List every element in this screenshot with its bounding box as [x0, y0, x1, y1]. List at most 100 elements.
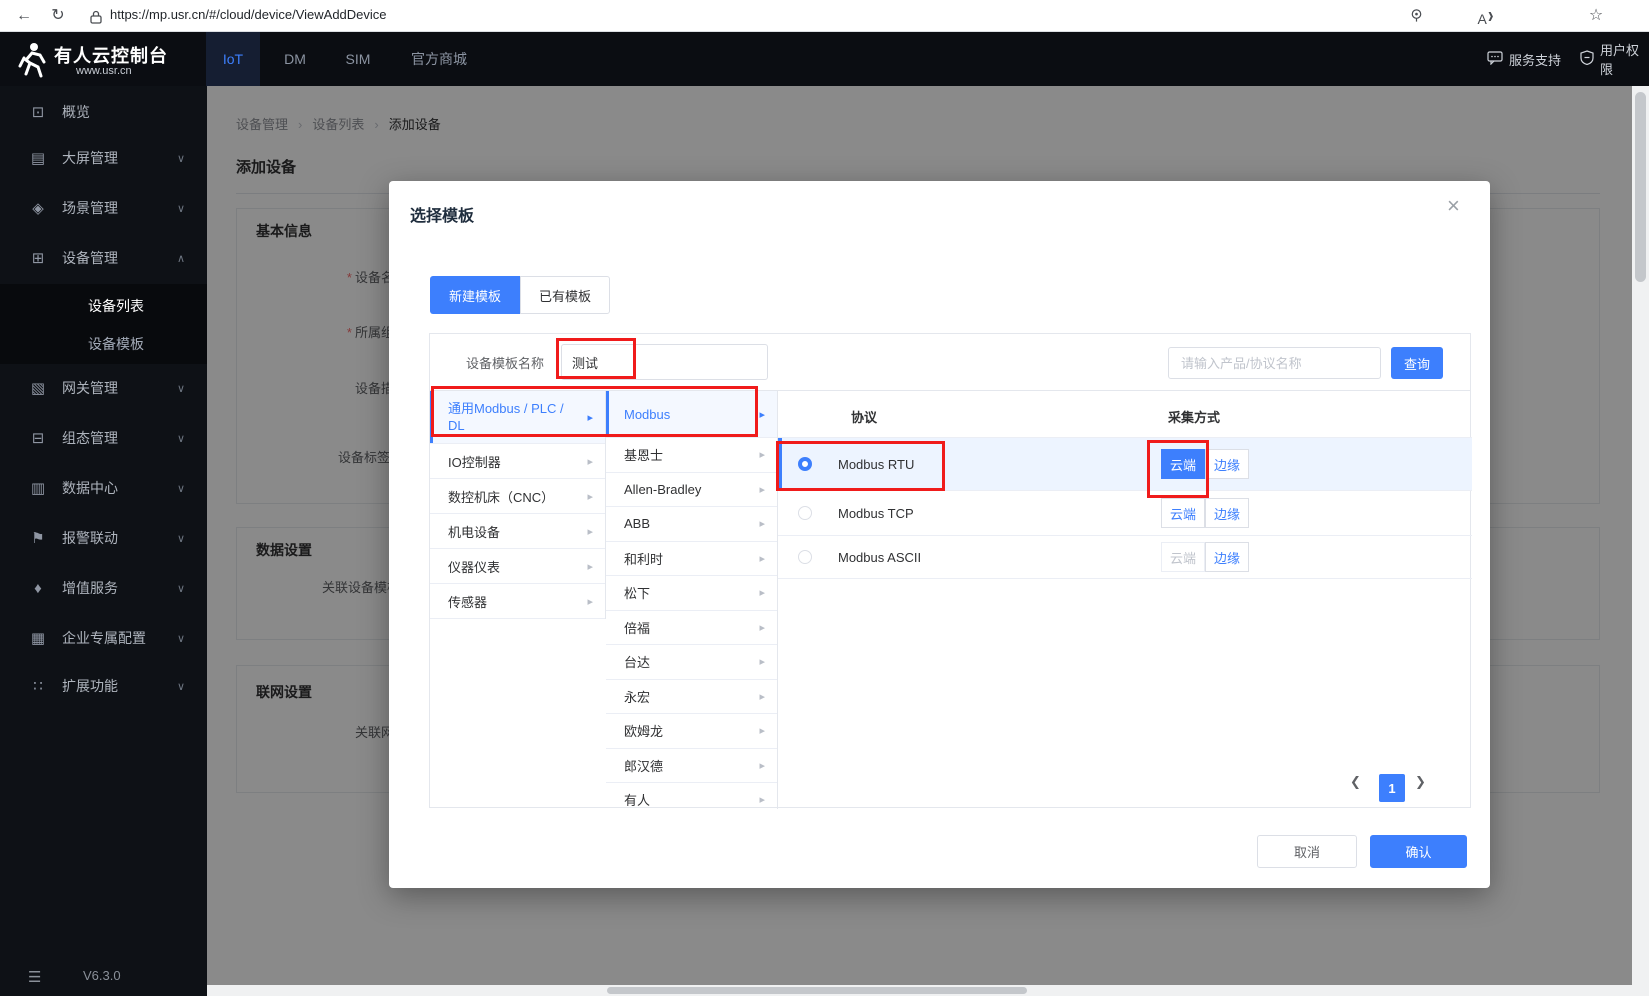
sidebar-item-data-center[interactable]: ▥ 数据中心 ∨ [0, 472, 207, 504]
annotation-box-modbus-rtu [776, 441, 945, 491]
category-item-io-controller[interactable]: IO控制器 ▸ [430, 444, 605, 479]
refresh-icon[interactable]: ↻ [46, 4, 70, 28]
brand-item-abb[interactable]: ABB ▸ [606, 507, 777, 542]
tab-existing-template[interactable]: 已有模板 [520, 276, 610, 314]
chevron-down-icon: ∨ [176, 632, 185, 645]
sidebar-item-screen-mgmt[interactable]: ▤ 大屏管理 ∨ [0, 142, 207, 174]
nav-tab-iot[interactable]: IoT [206, 32, 260, 86]
alarm-icon: ⚑ [31, 530, 45, 547]
brand-item-langhande[interactable]: 郎汉德 ▸ [606, 749, 777, 783]
scrollbar-thumb[interactable] [607, 987, 1027, 994]
support-link[interactable]: 服务支持 [1487, 32, 1561, 86]
search-input[interactable] [1168, 347, 1381, 379]
sidebar-item-alarm-linkage[interactable]: ⚑ 报警联动 ∨ [0, 522, 207, 554]
address-bar[interactable]: https://mp.usr.cn/#/cloud/device/ViewAdd… [110, 7, 387, 22]
browser-toolbar: ← ↻ https://mp.usr.cn/#/cloud/device/Vie… [0, 0, 1649, 32]
brand-item-omron[interactable]: 欧姆龙 ▸ [606, 714, 777, 749]
brand-item-panasonic[interactable]: 松下 ▸ [606, 576, 777, 611]
extensions-icon: ∷ [33, 678, 43, 695]
brand-item-keyence[interactable]: 基恩士 ▸ [606, 438, 777, 473]
close-icon[interactable]: × [1447, 193, 1460, 219]
arrow-right-icon: ▸ [587, 455, 593, 468]
tab-new-template[interactable]: 新建模板 [430, 276, 520, 314]
arrow-right-icon: ▸ [759, 587, 765, 600]
scene-icon: ◈ [32, 200, 44, 217]
brand-item-delta[interactable]: 台达 ▸ [606, 645, 777, 680]
chevron-up-icon: ∧ [176, 252, 185, 265]
screen-icon: ▤ [30, 150, 46, 167]
permission-link[interactable]: 用户权限 [1580, 32, 1649, 86]
cloud-collect-button[interactable]: 云端 [1161, 498, 1205, 528]
table-header: 协议 采集方式 [778, 391, 1472, 438]
gateway-icon: ▧ [30, 380, 46, 397]
nav-tab-sim[interactable]: SIM [332, 32, 384, 86]
favorite-star-icon[interactable]: ☆ [1584, 4, 1608, 28]
collapse-sidebar-icon[interactable]: ☰ [28, 968, 41, 986]
query-button[interactable]: 查询 [1391, 347, 1443, 379]
chevron-down-icon: ∨ [176, 532, 185, 545]
value-shield-icon: ♦ [34, 579, 42, 597]
next-page-icon[interactable]: ❯ [1415, 774, 1426, 790]
category-item-cnc[interactable]: 数控机床（CNC） ▸ [430, 479, 605, 514]
sidebar-item-enterprise-config[interactable]: ▦ 企业专属配置 ∨ [0, 622, 207, 654]
arrow-right-icon: ▸ [759, 449, 765, 462]
location-icon[interactable] [1404, 4, 1428, 28]
page-number-1[interactable]: 1 [1379, 774, 1405, 802]
sidebar-item-device-mgmt[interactable]: ⊞ 设备管理 ∧ [0, 242, 207, 274]
brand-item-allen-bradley[interactable]: Allen-Bradley ▸ [606, 473, 777, 507]
sidebar-item-overview[interactable]: ⊡ 概览 [0, 96, 207, 128]
protocol-row-modbus-ascii[interactable]: Modbus ASCII 云端 边缘 [778, 536, 1472, 579]
radio-unselected[interactable] [798, 506, 812, 520]
brand-item-fatek[interactable]: 永宏 ▸ [606, 680, 777, 714]
read-aloud-icon[interactable]: A❱ [1474, 4, 1498, 28]
sidebar-item-device-template[interactable]: 设备模板 [88, 334, 144, 354]
lock-icon[interactable] [84, 4, 108, 28]
arrow-right-icon: ▸ [759, 656, 765, 669]
arrow-right-icon: ▸ [759, 408, 765, 421]
cloud-collect-button-disabled: 云端 [1161, 542, 1205, 572]
brand-item-usr[interactable]: 有人 ▸ [606, 783, 777, 809]
arrow-right-icon: ▸ [759, 552, 765, 565]
arrow-right-icon: ▸ [759, 690, 765, 703]
sidebar-footer: ☰ V6.3.0 [0, 968, 207, 996]
sidebar-item-device-list[interactable]: 设备列表 [88, 296, 144, 316]
bar-chart-icon: ▥ [30, 480, 46, 497]
sidebar-item-value-added[interactable]: ♦ 增值服务 ∨ [0, 572, 207, 604]
nav-tab-dm[interactable]: DM [272, 32, 318, 86]
sidebar-item-scene-mgmt[interactable]: ◈ 场景管理 ∨ [0, 192, 207, 224]
back-icon[interactable]: ← [12, 4, 36, 28]
vertical-scrollbar[interactable] [1632, 86, 1649, 996]
scrollbar-thumb[interactable] [1635, 92, 1646, 282]
edge-collect-button[interactable]: 边缘 [1205, 449, 1249, 479]
category-item-instruments[interactable]: 仪器仪表 ▸ [430, 549, 605, 584]
brand-item-beckhoff[interactable]: 倍福 ▸ [606, 611, 777, 645]
prev-page-icon[interactable]: ❮ [1350, 774, 1361, 790]
arrow-right-icon: ▸ [587, 490, 593, 503]
cancel-button[interactable]: 取消 [1257, 835, 1357, 868]
arrow-right-icon: ▸ [759, 759, 765, 772]
chevron-down-icon: ∨ [176, 582, 185, 595]
confirm-button[interactable]: 确认 [1370, 835, 1467, 868]
category-item-sensors[interactable]: 传感器 ▸ [430, 584, 605, 619]
annotation-box-template-name [556, 338, 636, 379]
radio-unselected[interactable] [798, 550, 812, 564]
category-item-electromechanical[interactable]: 机电设备 ▸ [430, 514, 605, 549]
sidebar-item-extensions[interactable]: ∷ 扩展功能 ∨ [0, 670, 207, 702]
protocol-row-modbus-tcp[interactable]: Modbus TCP 云端 边缘 [778, 491, 1472, 536]
brand-list: Modbus ▸ 基恩士 ▸ Allen-Bradley ▸ ABB ▸ 和利时 ▸ 松下… [606, 391, 778, 809]
edge-collect-button[interactable]: 边缘 [1205, 498, 1249, 528]
annotation-box-cloud-button [1147, 440, 1209, 498]
nav-tab-mall[interactable]: 官方商城 [400, 32, 478, 86]
brand-subtitle: www.usr.cn [76, 65, 132, 77]
edge-collect-button[interactable]: 边缘 [1205, 542, 1249, 572]
label-template-name: 设备模板名称 [466, 356, 545, 371]
arrow-right-icon: ▸ [759, 483, 765, 496]
sidebar-item-gateway-mgmt[interactable]: ▧ 网关管理 ∨ [0, 372, 207, 404]
brand-item-hollysys[interactable]: 和利时 ▸ [606, 542, 777, 576]
arrow-right-icon: ▸ [587, 560, 593, 573]
shield-icon [1580, 50, 1594, 68]
sidebar-item-config-mgmt[interactable]: ⊟ 组态管理 ∨ [0, 422, 207, 454]
app-header: 有人云控制台 www.usr.cn IoT DM SIM 官方商城 服务支持 用… [0, 32, 1649, 86]
arrow-right-icon: ▸ [759, 794, 765, 807]
horizontal-scrollbar[interactable] [207, 985, 1632, 996]
